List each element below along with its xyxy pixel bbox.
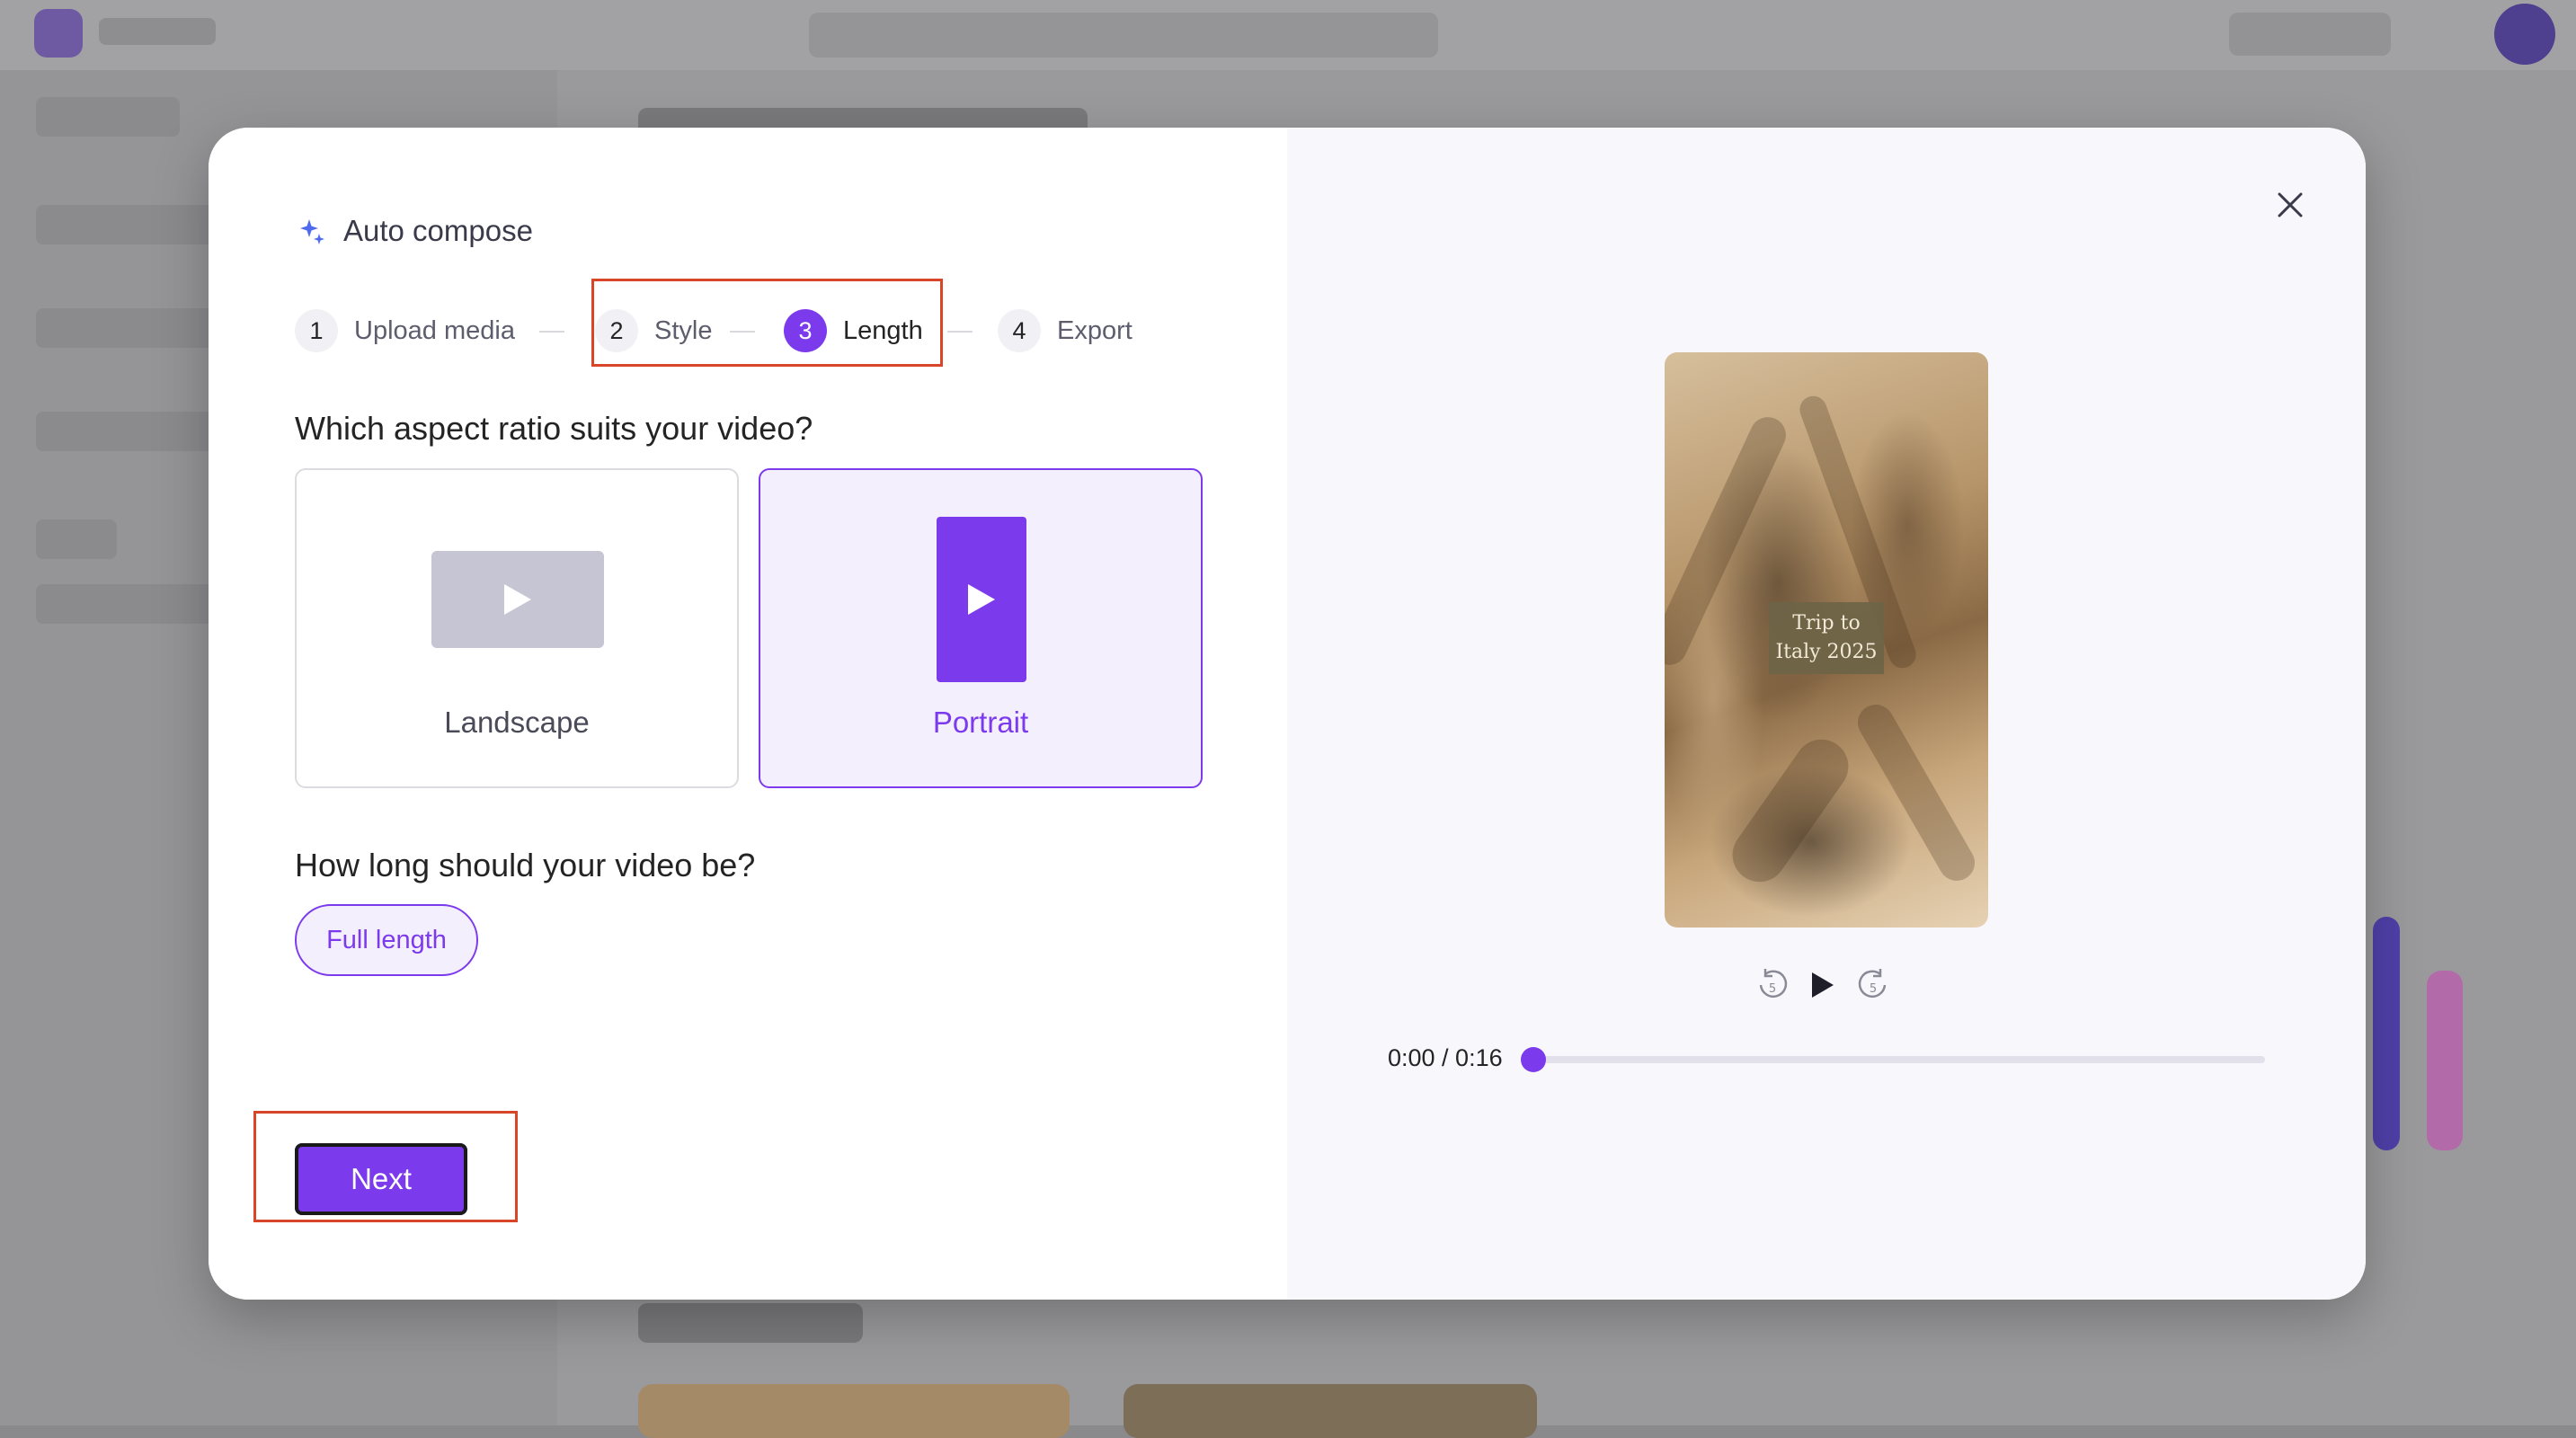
full-length-option[interactable]: Full length xyxy=(295,904,478,976)
play-icon xyxy=(966,582,997,617)
sparkle-icon xyxy=(297,216,327,246)
aspect-option-landscape[interactable]: Landscape xyxy=(295,468,739,788)
step-separator xyxy=(539,331,564,333)
landscape-thumbnail xyxy=(431,551,604,648)
background-app-name xyxy=(99,18,216,45)
background-search xyxy=(809,13,1438,58)
step-number: 1 xyxy=(295,309,338,352)
background-sidebar-item xyxy=(36,519,117,559)
aspect-option-portrait[interactable]: Portrait xyxy=(759,468,1203,788)
play-button[interactable] xyxy=(1801,963,1844,1007)
preview-caption: Trip to Italy 2025 xyxy=(1769,602,1884,674)
forward-5-button[interactable]: 5 xyxy=(1852,963,1895,1007)
close-icon[interactable] xyxy=(2272,187,2308,223)
annotation-highlight-steps xyxy=(591,279,943,367)
background-upgrade xyxy=(2229,13,2391,56)
playback-scrubber[interactable] xyxy=(1533,1056,2265,1063)
playback-controls: 5 5 xyxy=(1751,963,1895,1007)
annotation-highlight-next xyxy=(253,1111,518,1222)
background-card xyxy=(638,1384,1070,1438)
preview-texture xyxy=(1722,729,1859,892)
background-card xyxy=(2373,917,2400,1150)
play-icon xyxy=(1808,970,1837,1000)
dialog-title-row: Auto compose xyxy=(297,214,533,248)
background-logo xyxy=(34,9,83,58)
step-export[interactable]: 4 Export xyxy=(998,307,1133,354)
background-sidebar-item xyxy=(36,97,180,137)
forward-5-icon: 5 xyxy=(1855,965,1891,1005)
length-question: How long should your video be? xyxy=(295,847,755,884)
background-card xyxy=(2427,971,2463,1150)
preview-texture xyxy=(1852,698,1982,888)
aspect-option-label: Landscape xyxy=(297,706,737,740)
step-number: 4 xyxy=(998,309,1041,352)
rewind-5-icon: 5 xyxy=(1754,965,1790,1005)
rewind-seconds: 5 xyxy=(1769,982,1776,996)
play-icon xyxy=(502,582,533,617)
step-label: Export xyxy=(1057,316,1133,346)
caption-line: Trip to xyxy=(1792,609,1860,638)
background-avatar xyxy=(2494,4,2555,65)
aspect-ratio-question: Which aspect ratio suits your video? xyxy=(295,410,813,448)
background-heading xyxy=(638,1303,863,1343)
dialog-title: Auto compose xyxy=(343,214,533,248)
forward-seconds: 5 xyxy=(1870,982,1877,996)
video-preview: Trip to Italy 2025 xyxy=(1665,352,1988,928)
step-upload-media[interactable]: 1 Upload media xyxy=(295,307,515,354)
background-card xyxy=(1124,1384,1537,1438)
playback-time: 0:00 / 0:16 xyxy=(1388,1044,1503,1072)
portrait-thumbnail xyxy=(937,517,1026,682)
aspect-option-label: Portrait xyxy=(760,706,1201,740)
step-label: Upload media xyxy=(354,316,515,346)
scrubber-handle[interactable] xyxy=(1521,1047,1546,1072)
caption-line: Italy 2025 xyxy=(1775,638,1877,667)
step-separator xyxy=(947,331,973,333)
rewind-5-button[interactable]: 5 xyxy=(1751,963,1794,1007)
